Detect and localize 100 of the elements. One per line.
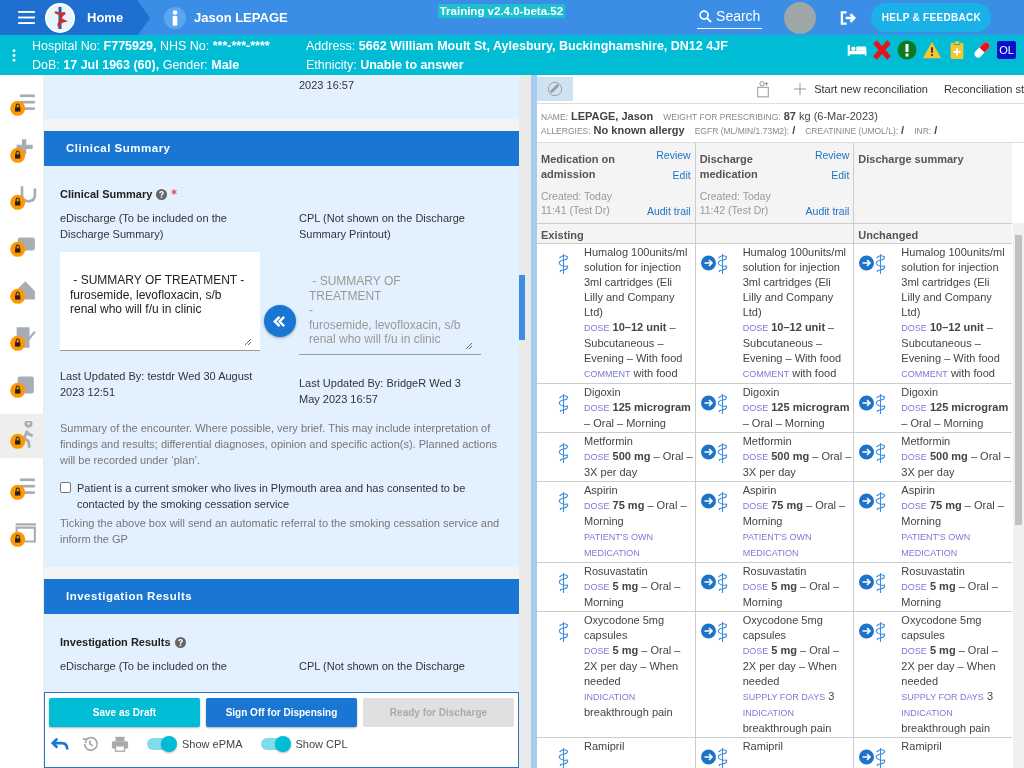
menu-icon[interactable] <box>18 11 35 24</box>
medicine-name: Digoxin <box>584 385 622 400</box>
double-chevron-icon <box>272 313 287 329</box>
start-reconciliation-link[interactable]: Start new reconciliation <box>794 83 928 95</box>
consent-label: Patient is a current smoker who lives in Plymouth area and has consented to be contacted by the smoking cessation service <box>77 481 467 512</box>
search-icon <box>699 9 713 23</box>
help-feedback-button[interactable]: HELP & FEEDBACK <box>871 3 992 32</box>
medicine-detail: INDICATION breakthrough pain <box>742 707 833 736</box>
referral-icon[interactable] <box>756 80 771 98</box>
patient-address: Address: 5662 William Moult St, Aylesbury, Buckinghamshire, DN12 4JF <box>306 38 729 53</box>
cpl-textarea[interactable]: - SUMMARY OF TREATMENT - furosemide, levofloxacin, s/b renal who will f/u in clinic <box>299 252 481 355</box>
audit-trail-link[interactable]: Audit trail <box>805 205 850 217</box>
medicine-name: Oxycodone 5mg capsules <box>584 613 666 643</box>
note-text: Ticking the above box will send an automatic referral to the smoking cessation service and inform the GP <box>60 516 501 547</box>
medicine-detail: DOSE 5 mg – Oral – 2X per day – When needed <box>742 643 841 689</box>
medicine-name: Aspirin <box>901 483 936 498</box>
medicine-name: Rosuvastatin <box>584 564 649 579</box>
medicine-detail: DOSE 75 mg – Oral – Morning <box>584 498 688 529</box>
version-label: Training v2.4.0-beta.52 <box>437 4 566 18</box>
medicine-detail: COMMENT with food <box>901 366 996 381</box>
group-label: Existing <box>540 228 585 242</box>
last-updated-text: Last Updated By: testdr Wed 30 August 2023 12:51 <box>60 369 254 400</box>
search-button[interactable]: Search <box>697 6 763 29</box>
medicine-name: Ramipril <box>742 739 784 754</box>
home-link[interactable]: Home <box>87 10 124 25</box>
medicine-name: Metformin <box>901 434 952 449</box>
resize-grip-icon[interactable] <box>244 338 252 346</box>
medicine-name: Aspirin <box>584 483 619 498</box>
medicine-detail: PATIENT'S OWN MEDICATION <box>584 531 654 560</box>
medicine-detail: DOSE 5 mg – Oral – 2X per day – When needed <box>901 643 999 689</box>
scrollbar[interactable] <box>519 75 531 768</box>
medicine-name: Rosuvastatin <box>901 564 966 579</box>
updated-text: 2023 16:57 <box>299 79 355 91</box>
created-text: Created: Today 11:41 (Test Dr) <box>541 189 614 217</box>
column-title: Discharge summary <box>858 152 964 167</box>
patient-info: NAME: LEPAGE, Jason <box>541 110 654 122</box>
medicine-name: Ramipril <box>901 739 943 754</box>
help-icon[interactable] <box>174 636 186 648</box>
medicine-name: Digoxin <box>901 385 940 400</box>
medicine-name: Ramipril <box>584 739 626 754</box>
edischarge-label: eDischarge (To be included on the <box>60 659 228 674</box>
review-link[interactable]: Review <box>656 149 691 161</box>
medicine-detail: PATIENT'S OWN MEDICATION <box>901 531 972 560</box>
medicine-name: Humalog 100units/ml solution for injection 3ml cartridges (Eli Lilly and Company Ltd) <box>742 245 847 320</box>
medicine-name: Humalog 100units/ml solution for injection 3ml cartridges (Eli Lilly and Company Ltd) <box>901 245 1006 320</box>
medicine-detail: DOSE 500 mg – Oral – 3X per day <box>584 449 693 480</box>
medicine-detail: DOSE 125 microgram – Oral – Morning <box>901 400 1010 431</box>
medicine-name: Aspirin <box>742 483 778 498</box>
warning-icon[interactable] <box>922 40 943 60</box>
review-link[interactable]: Review <box>814 149 850 161</box>
cpl-label: CPL (Not shown on the Discharge <box>299 659 466 674</box>
medicine-detail: SUPPLY FOR DAYS 3 <box>901 689 995 704</box>
scrollbar[interactable] <box>1013 223 1024 768</box>
patient-dob-gender: DoB: 17 Jul 1963 (60), Gender: Male <box>32 57 241 72</box>
patient-name[interactable]: Jason LEPAGE <box>194 10 288 25</box>
audit-trail-link[interactable]: Audit trail <box>646 205 691 217</box>
logo-icon <box>45 2 75 33</box>
medicine-name: Rosuvastatin <box>742 564 808 579</box>
edit-link[interactable]: Edit <box>672 169 691 181</box>
exclamation-icon[interactable] <box>897 40 918 60</box>
cpl-label: CPL (Not shown on the Discharge Summary Printout) <box>299 211 466 242</box>
medicine-detail: COMMENT with food <box>584 366 679 381</box>
medicine-detail: INDICATION breakthrough pain <box>901 707 992 736</box>
checkbox[interactable] <box>60 482 71 493</box>
action-button[interactable]: Sign Off for Dispensing <box>206 698 357 727</box>
edit-link[interactable]: Edit <box>831 169 850 181</box>
resize-grip-icon[interactable] <box>465 342 473 350</box>
section-header: Clinical Summary <box>44 131 519 166</box>
cross-icon[interactable] <box>872 40 893 60</box>
medicine-detail: DOSE 75 mg – Oral – Morning <box>742 498 847 529</box>
medicine-detail: INDICATION breakthrough pain <box>584 691 674 720</box>
patient-info: WEIGHT FOR PRESCRIBING: 87 kg (6-Mar-2023) <box>663 110 878 122</box>
help-icon[interactable] <box>156 188 168 200</box>
medicine-detail: PATIENT'S OWN MEDICATION <box>742 531 813 560</box>
last-updated-text: Last Updated By: BridgeR Wed 3 May 2023 16:57 <box>299 376 462 407</box>
patient-info: EGFR (ML/MIN/1.73M2): / <box>694 124 796 136</box>
reconciliation-status[interactable]: Reconciliation st <box>943 83 1024 95</box>
medicine-detail: DOSE 125 microgram – Oral – Morning <box>742 400 851 431</box>
medicine-detail: DOSE 125 microgram – Oral – Morning <box>584 400 692 431</box>
medicine-detail: DOSE 75 mg – Oral – Morning <box>901 498 1005 529</box>
medicine-detail: COMMENT with food <box>742 366 838 381</box>
ol-badge[interactable]: OL <box>997 41 1016 59</box>
medicine-detail: SUPPLY FOR DAYS 3 <box>742 689 836 704</box>
field-label: Clinical Summary <box>60 188 153 200</box>
medicine-detail: DOSE 500 mg – Oral – 3X per day <box>901 449 1010 480</box>
copy-left-button[interactable] <box>263 305 296 337</box>
edischarge-textarea[interactable]: - SUMMARY OF TREATMENT - furosemide, levofloxacin, s/b renal who will f/u in clinic <box>60 252 260 351</box>
medicine-detail: DOSE 500 mg – Oral – 3X per day <box>742 449 852 480</box>
medicine-detail: DOSE 5 mg – Oral – Morning <box>901 579 999 610</box>
toggle-switch[interactable] <box>260 738 289 750</box>
toggle-label: Show ePMA <box>182 738 243 750</box>
patient-ids: Hospital No: F775929, NHS No: ***-***-**** <box>32 38 271 53</box>
group-label: Unchanged <box>857 228 920 242</box>
plus-icon <box>794 83 807 95</box>
edischarge-label: eDischarge (To be included on the Discharge Summary) <box>60 211 228 242</box>
toggle-switch[interactable] <box>147 738 175 750</box>
medicine-detail: DOSE 5 mg – Oral – Morning <box>742 579 841 610</box>
medicine-name: Humalog 100units/ml solution for injection 3ml cartridges (Eli Lilly and Company Ltd) <box>584 245 689 320</box>
medicine-name: Oxycodone 5mg capsules <box>742 613 824 643</box>
sidebar-item[interactable] <box>0 414 43 458</box>
